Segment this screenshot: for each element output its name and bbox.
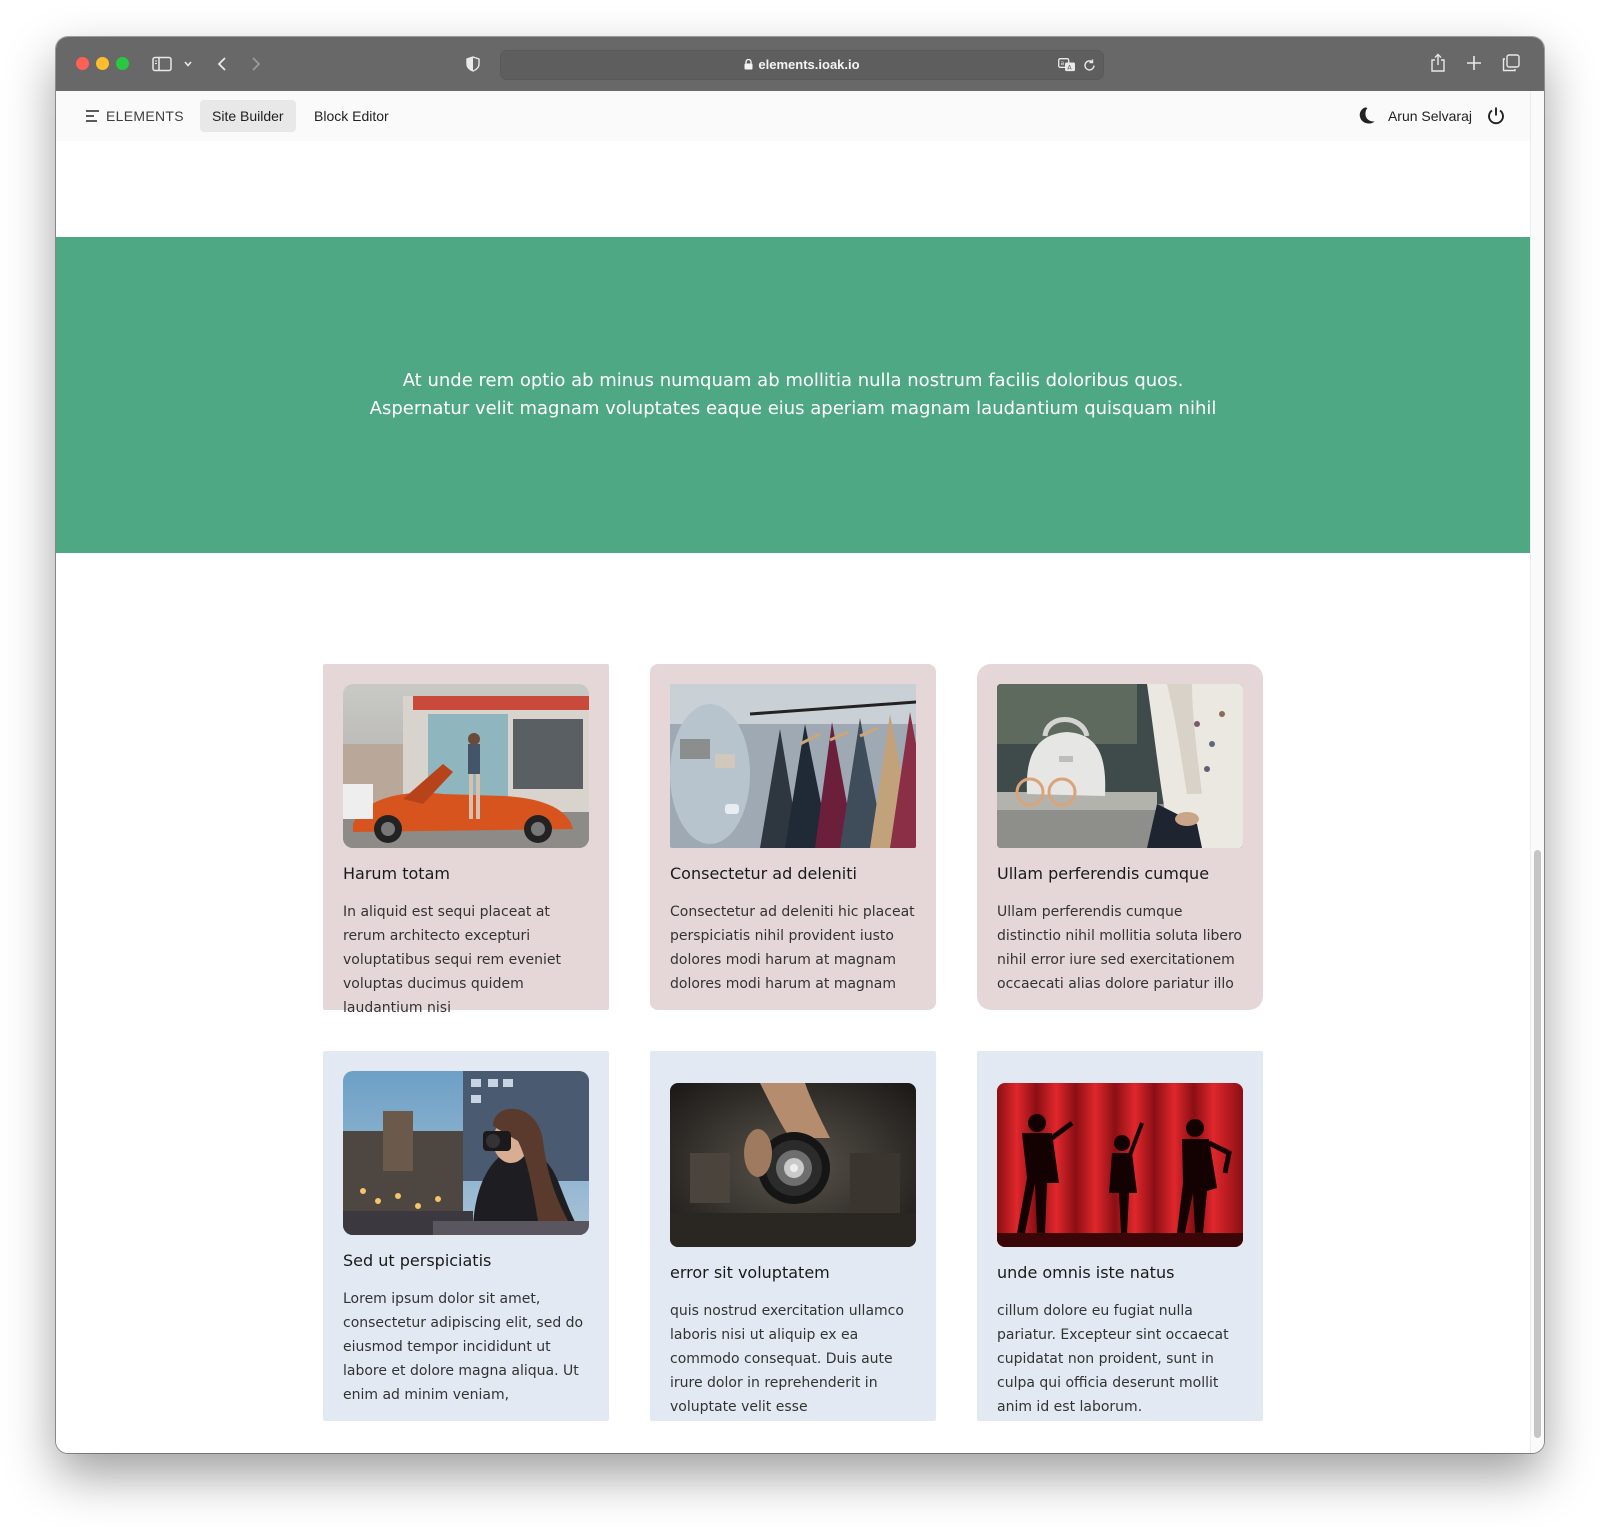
browser-window: elements.ioak.io Aa ELEMENTS Site Builde… [56, 37, 1544, 1453]
card: error sit voluptatem quis nostrud exerci… [650, 1051, 936, 1421]
tab-block-editor[interactable]: Block Editor [302, 100, 401, 132]
new-tab-icon[interactable] [1464, 53, 1484, 73]
tab-site-builder[interactable]: Site Builder [200, 100, 296, 132]
browser-toolbar: elements.ioak.io Aa [56, 37, 1544, 92]
card-body: Ullam perferendis cumque distinctio nihi… [997, 904, 1242, 992]
car-woman-photo [343, 684, 589, 848]
card-title: Ullam perferendis cumque [997, 864, 1210, 883]
chevron-down-icon[interactable] [181, 57, 195, 71]
card: Harum totam In aliquid est sequi placeat… [323, 664, 609, 1016]
brand-logo[interactable]: ELEMENTS [86, 91, 184, 141]
clothing-rack-photo [670, 684, 916, 848]
translate-icon[interactable]: Aa [1057, 56, 1077, 74]
card-title: Sed ut perspiciatis [343, 1251, 492, 1270]
camera-lens-photo [670, 1083, 916, 1247]
tab-overview-icon[interactable] [1501, 53, 1521, 73]
url-text: elements.ioak.io [758, 57, 860, 72]
minimize-window-button[interactable] [96, 57, 109, 70]
menu-icon[interactable] [86, 109, 100, 123]
reload-icon[interactable] [1081, 57, 1097, 73]
back-icon[interactable] [212, 53, 232, 75]
card: Consectetur ad deleniti Consectetur ad d… [650, 664, 936, 1010]
card-body: Consectetur ad deleniti hic placeat pers… [670, 904, 915, 992]
lock-icon [744, 52, 753, 80]
page-content: At unde rem optio ab minus numquam ab mo… [56, 141, 1530, 1453]
app-navbar: ELEMENTS Site Builder Block Editor Arun … [56, 91, 1530, 141]
photographer-city-photo [343, 1071, 589, 1235]
forward-icon[interactable] [246, 53, 266, 75]
card-title: Consectetur ad deleniti [670, 864, 857, 883]
card-title: error sit voluptatem [670, 1263, 830, 1282]
svg-text:a: a [1061, 60, 1065, 67]
card: Ullam perferendis cumque Ullam perferend… [977, 664, 1263, 1010]
card-title: unde omnis iste natus [997, 1263, 1175, 1282]
close-window-button[interactable] [76, 57, 89, 70]
svg-text:A: A [1067, 64, 1072, 72]
share-icon[interactable] [1428, 52, 1448, 74]
card-body: In aliquid est sequi placeat at rerum ar… [343, 904, 561, 1016]
dark-mode-toggle-icon[interactable] [1356, 106, 1376, 126]
sidebar-toggle-icon[interactable] [151, 53, 173, 75]
user-name[interactable]: Arun Selvaraj [1388, 108, 1472, 124]
address-bar[interactable]: elements.ioak.io Aa [500, 50, 1104, 80]
hero-text: At unde rem optio ab minus numquam ab mo… [369, 370, 1217, 419]
card: Sed ut perspiciatis Lorem ipsum dolor si… [323, 1051, 609, 1421]
card-body: quis nostrud exercitation ullamco labori… [670, 1303, 904, 1415]
handbag-photo [997, 684, 1243, 848]
scrollbar-thumb[interactable] [1534, 850, 1541, 1438]
power-icon[interactable] [1486, 106, 1506, 126]
card-title: Harum totam [343, 864, 450, 883]
card-body: cillum dolore eu fugiat nulla pariatur. … [997, 1303, 1229, 1415]
card: unde omnis iste natus cillum dolore eu f… [977, 1051, 1263, 1421]
privacy-shield-icon[interactable] [464, 53, 482, 75]
hero-banner: At unde rem optio ab minus numquam ab mo… [56, 237, 1530, 553]
card-body: Lorem ipsum dolor sit amet, consectetur … [343, 1291, 584, 1403]
zoom-window-button[interactable] [116, 57, 129, 70]
stage-curtain-photo [997, 1083, 1243, 1247]
brand-name: ELEMENTS [106, 108, 184, 124]
